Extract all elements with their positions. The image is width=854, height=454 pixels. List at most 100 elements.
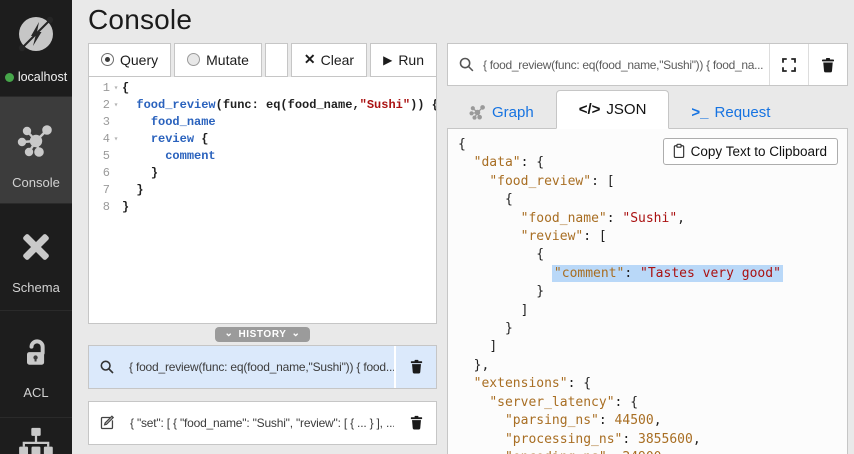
connection-label: localhost [5, 70, 67, 84]
delete-history-button[interactable] [394, 402, 436, 444]
search-icon [99, 359, 122, 375]
json-line: ] [458, 338, 847, 356]
editor-line: 3 food_name [89, 114, 436, 131]
clear-x-icon: ✕ [304, 51, 316, 68]
history-header: ⌄ HISTORY ⌄ [88, 324, 437, 345]
fold-gutter [110, 114, 122, 131]
clear-button-label: Clear [321, 52, 354, 68]
schema-tools-icon [17, 228, 55, 271]
tab-json[interactable]: </> JSON [556, 90, 670, 129]
json-line: "extensions": { [458, 375, 847, 393]
edit-icon [99, 414, 123, 431]
query-toolbar: Query Mutate ✕ Clear ▶ Run [88, 43, 437, 77]
tab-label: Request [715, 104, 771, 121]
editor-line: 1▾{ [89, 80, 436, 97]
fold-marker-icon[interactable]: ▾ [110, 80, 122, 97]
sidebar-item-label: Console [12, 175, 60, 190]
query-mode-label: Query [120, 52, 158, 68]
search-icon [448, 56, 483, 73]
run-play-icon: ▶ [383, 53, 392, 67]
highlighted-json-text: "comment": "Tastes very good" [552, 265, 783, 282]
history-item-text: { food_review(func: eq(food_name,"Sushi"… [89, 346, 394, 388]
json-line: { [458, 191, 847, 209]
query-editor[interactable]: 1▾{2▾ food_review(func: eq(food_name,"Su… [88, 77, 437, 324]
json-line: "food_review": [ [458, 173, 847, 191]
sidebar-item-acl[interactable]: ACL [0, 310, 72, 417]
query-mode-radio[interactable]: Query [88, 43, 171, 77]
tab-label: JSON [606, 101, 646, 118]
sidebar-brand[interactable]: localhost [0, 0, 72, 96]
tab-label: Graph [492, 104, 534, 121]
editor-line: 5 comment [89, 148, 436, 165]
copy-button-label: Copy Text to Clipboard [691, 144, 827, 159]
dgraph-logo-icon [12, 10, 60, 63]
delete-history-button[interactable] [394, 346, 436, 388]
json-line: "comment": "Tastes very good" [458, 265, 847, 283]
page-title: Console [88, 4, 848, 36]
json-line: "server_latency": { [458, 394, 847, 412]
ratel-console-page: localhost Console Schema ACL Console Query… [0, 0, 854, 454]
editor-line: 7 } [89, 182, 436, 199]
history-label: HISTORY [238, 329, 286, 340]
run-button[interactable]: ▶ Run [370, 43, 437, 77]
history-toggle[interactable]: ⌄ HISTORY ⌄ [215, 327, 309, 342]
json-line: "encoding_ns": 24900, [458, 449, 847, 454]
sidebar-item-label: ACL [23, 385, 48, 400]
toolbar-spacer [265, 43, 288, 77]
line-number: 1 [89, 80, 110, 97]
fullscreen-button[interactable] [769, 44, 808, 85]
mutate-mode-radio[interactable]: Mutate [174, 43, 262, 77]
history-item[interactable]: { "set": [ { "food_name": "Sushi", "revi… [88, 401, 437, 445]
history-list: { food_review(func: eq(food_name,"Sushi"… [88, 345, 437, 454]
fold-gutter [110, 199, 122, 216]
json-line: ] [458, 302, 847, 320]
sidebar-item-schema[interactable]: Schema [0, 203, 72, 310]
json-line: } [458, 283, 847, 301]
line-number: 4 [89, 131, 110, 148]
cluster-icon [17, 426, 55, 454]
line-number: 2 [89, 97, 110, 114]
connection-status-dot [5, 73, 14, 82]
console-columns: Query Mutate ✕ Clear ▶ Run [88, 43, 848, 454]
history-item-text: { "set": [ { "food_name": "Sushi", "revi… [89, 402, 394, 444]
chevron-down-icon: ⌄ [224, 328, 233, 339]
editor-line: 4▾ review { [89, 131, 436, 148]
fold-gutter [110, 165, 122, 182]
history-item[interactable]: { food_review(func: eq(food_name,"Sushi"… [88, 345, 437, 389]
editor-line: 6 } [89, 165, 436, 182]
json-lines: { "data": { "food_review": [ { "food_nam… [458, 136, 847, 454]
mutate-mode-label: Mutate [206, 52, 249, 68]
code-tag-icon: </> [579, 101, 601, 118]
radio-unselected-icon [187, 53, 200, 66]
line-number: 8 [89, 199, 110, 216]
editor-line: 8} [89, 199, 436, 216]
json-line: "parsing_ns": 44500, [458, 412, 847, 430]
json-line: "food_name": "Sushi", [458, 210, 847, 228]
radio-selected-icon [101, 53, 114, 66]
terminal-prompt-icon: >_ [691, 104, 708, 121]
line-number: 3 [89, 114, 110, 131]
json-line: { [458, 246, 847, 264]
tab-request[interactable]: >_ Request [669, 95, 792, 129]
copy-to-clipboard-button[interactable]: Copy Text to Clipboard [663, 138, 838, 165]
result-query-bar: { food_review(func: eq(food_name,"Sushi"… [447, 43, 848, 86]
tab-graph[interactable]: Graph [447, 95, 556, 129]
line-number: 6 [89, 165, 110, 182]
query-panel: Query Mutate ✕ Clear ▶ Run [88, 43, 437, 454]
fold-marker-icon[interactable]: ▾ [110, 131, 122, 148]
acl-lock-icon [18, 335, 54, 376]
console-graph-icon [16, 121, 56, 166]
sidebar-item-label: Schema [12, 280, 60, 295]
line-number: 5 [89, 148, 110, 165]
sidebar-nav: Console Schema ACL [0, 96, 72, 454]
delete-result-button[interactable] [808, 44, 847, 85]
fold-marker-icon[interactable]: ▾ [110, 97, 122, 114]
main-area: Console Query Mutate ✕ Clear [72, 0, 854, 454]
sidebar-item-cluster[interactable] [0, 417, 72, 454]
sidebar-item-console[interactable]: Console [0, 96, 72, 203]
chevron-down-icon: ⌄ [292, 328, 301, 339]
result-query-text[interactable]: { food_review(func: eq(food_name,"Sushi"… [483, 58, 769, 72]
result-panel: { food_review(func: eq(food_name,"Sushi"… [447, 43, 848, 454]
clear-button[interactable]: ✕ Clear [291, 43, 367, 77]
sidebar: localhost Console Schema ACL [0, 0, 72, 454]
